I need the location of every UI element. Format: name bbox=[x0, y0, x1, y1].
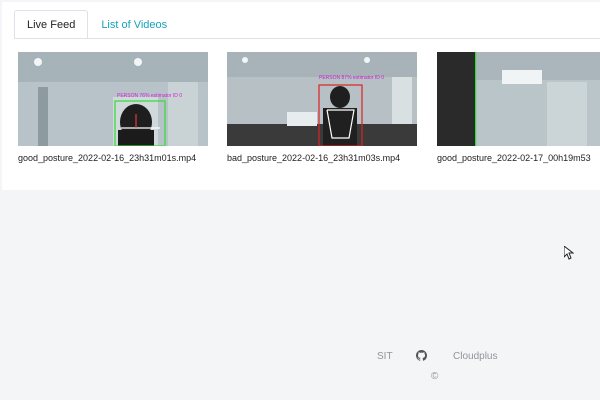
video-list: PERSON 76% estimator ID 0 good_posture_2… bbox=[16, 52, 600, 177]
footer-link-sit[interactable]: SIT bbox=[377, 351, 393, 362]
detection-label: PERSON 87% estimator ID 0 bbox=[319, 75, 384, 81]
copyright-text: © bbox=[431, 371, 439, 382]
video-item[interactable]: PERSON 87% estimator ID 0 bad_posture_20… bbox=[227, 52, 417, 163]
video-filename[interactable]: good_posture_2022-02-16_23h31m01s.mp4 bbox=[18, 153, 208, 163]
video-thumbnail[interactable]: PERSON 87% estimator ID 0 bbox=[227, 52, 417, 146]
video-filename[interactable]: good_posture_2022-02-17_00h19m53 bbox=[437, 153, 600, 163]
tab-bar: Live Feed List of Videos bbox=[14, 10, 181, 38]
mouse-cursor-icon bbox=[564, 246, 574, 260]
github-icon[interactable] bbox=[416, 350, 427, 361]
video-filename[interactable]: bad_posture_2022-02-16_23h31m03s.mp4 bbox=[227, 153, 417, 163]
tab-divider bbox=[14, 38, 600, 39]
video-item[interactable]: PERSON 76% estimator ID 0 good_posture_2… bbox=[18, 52, 208, 163]
tab-live-feed[interactable]: Live Feed bbox=[14, 10, 89, 38]
video-thumbnail[interactable] bbox=[437, 52, 600, 146]
detection-label: PERSON 76% estimator ID 0 bbox=[117, 93, 182, 99]
video-frame: PERSON 76% estimator ID 0 bbox=[18, 52, 208, 146]
footer-link-cloudplus[interactable]: Cloudplus bbox=[453, 351, 497, 362]
video-frame: PERSON 87% estimator ID 0 bbox=[227, 52, 417, 146]
tab-list-of-videos[interactable]: List of Videos bbox=[88, 10, 181, 38]
video-frame bbox=[437, 52, 600, 146]
video-thumbnail[interactable]: PERSON 76% estimator ID 0 bbox=[18, 52, 208, 146]
video-item[interactable]: good_posture_2022-02-17_00h19m53 bbox=[437, 52, 600, 163]
